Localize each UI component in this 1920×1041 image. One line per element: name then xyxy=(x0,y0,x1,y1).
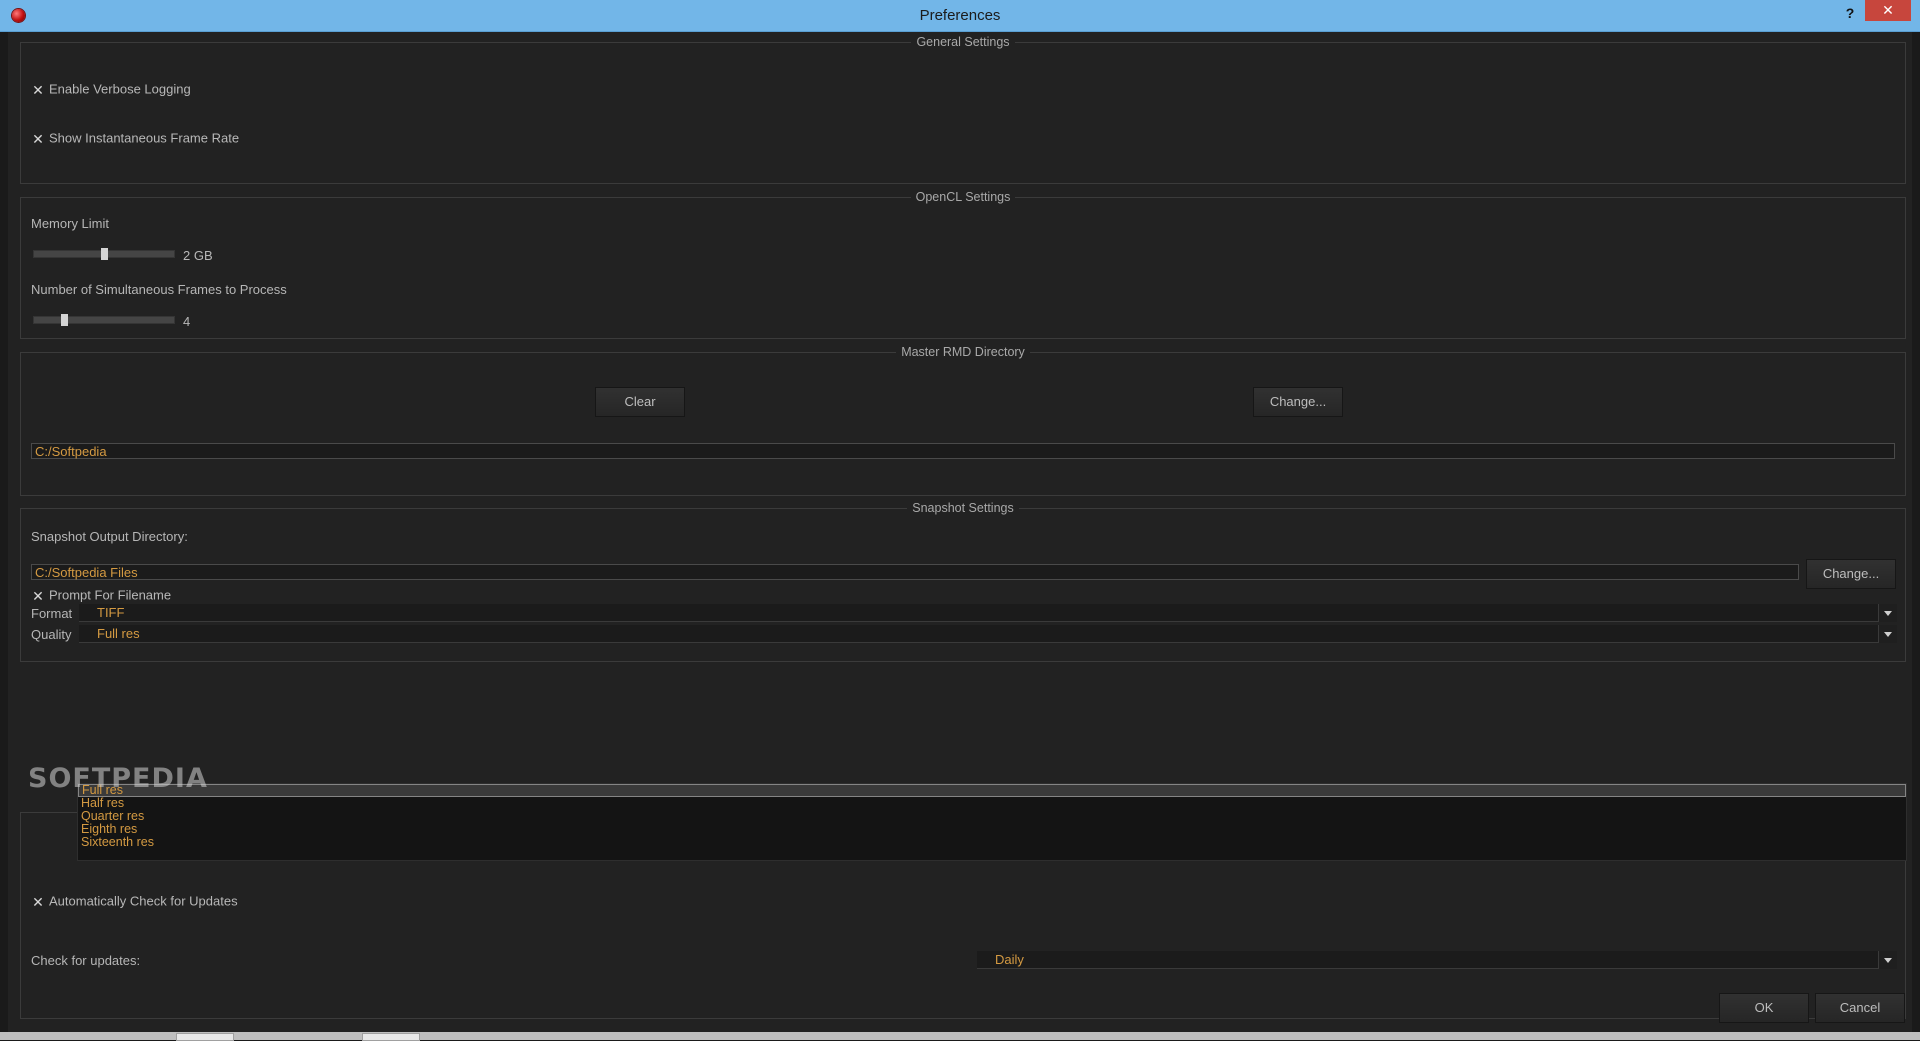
simultaneous-frames-value: 4 xyxy=(183,314,191,329)
check-icon: ✕ xyxy=(32,893,44,910)
rmd-path-field[interactable]: C:/Softpedia xyxy=(31,443,1895,459)
memory-limit-value: 2 GB xyxy=(183,248,213,263)
auto-check-updates-label: Automatically Check for Updates xyxy=(49,893,238,909)
snapshot-output-label: Snapshot Output Directory: xyxy=(31,529,188,544)
check-frequency-select[interactable]: Daily xyxy=(977,951,1897,969)
general-settings-title: General Settings xyxy=(911,35,1015,49)
snapshot-settings-group: Snapshot Settings Snapshot Output Direct… xyxy=(20,501,1906,662)
memory-limit-slider[interactable] xyxy=(33,248,175,260)
softpedia-watermark: SOFTPEDIA xyxy=(28,763,208,794)
general-settings-group: General Settings ✕ Enable Verbose Logging… xyxy=(20,35,1906,184)
format-select-value: TIFF xyxy=(97,605,125,620)
master-rmd-title: Master RMD Directory xyxy=(896,345,1030,359)
instant-frame-rate-label: Show Instantaneous Frame Rate xyxy=(49,130,240,146)
help-button[interactable]: ? xyxy=(1838,3,1862,23)
taskbar-strip xyxy=(0,1032,1920,1041)
master-rmd-group: Master RMD Directory Clear Change... C:/… xyxy=(20,345,1906,496)
cancel-button[interactable]: Cancel xyxy=(1815,993,1905,1023)
check-icon: ✕ xyxy=(32,81,44,98)
close-button[interactable]: ✕ xyxy=(1865,0,1911,21)
quality-option[interactable]: Half res xyxy=(78,797,1906,810)
quality-dropdown-list: Full res Half res Quarter res Eighth res Six… xyxy=(77,783,1907,861)
chevron-down-icon xyxy=(1878,951,1897,969)
format-select[interactable]: TIFF xyxy=(79,604,1897,622)
instant-frame-rate-checkbox[interactable]: ✕ Show Instantaneous Frame Rate xyxy=(31,130,239,146)
snapshot-change-button[interactable]: Change... xyxy=(1806,559,1896,589)
verbose-logging-label: Enable Verbose Logging xyxy=(49,81,191,97)
quality-option[interactable]: Eighth res xyxy=(78,823,1906,836)
check-frequency-label: Check for updates: xyxy=(31,953,141,968)
rmd-change-button[interactable]: Change... xyxy=(1253,387,1343,417)
window-titlebar: Preferences ? ✕ xyxy=(0,0,1920,32)
auto-check-updates-checkbox[interactable]: ✕ Automatically Check for Updates xyxy=(31,893,238,910)
simultaneous-frames-slider[interactable] xyxy=(33,314,175,326)
ok-button[interactable]: OK xyxy=(1719,993,1809,1023)
check-frequency-value: Daily xyxy=(995,952,1024,967)
check-icon: ✕ xyxy=(32,587,44,604)
format-label: Format xyxy=(31,606,73,621)
quality-label: Quality xyxy=(31,627,72,642)
simultaneous-frames-label: Number of Simultaneous Frames to Process xyxy=(31,282,287,297)
snapshot-path-field[interactable]: C:/Softpedia Files xyxy=(31,564,1799,580)
check-icon: ✕ xyxy=(32,130,44,147)
simultaneous-frames-slider-handle[interactable] xyxy=(61,314,68,326)
memory-limit-label: Memory Limit xyxy=(31,216,110,231)
preferences-panel: General Settings ✕ Enable Verbose Logging… xyxy=(8,32,1912,1032)
quality-option[interactable]: Quarter res xyxy=(78,810,1906,823)
quality-option[interactable]: Sixteenth res xyxy=(78,836,1906,849)
window-title: Preferences xyxy=(919,7,1001,24)
chevron-down-icon xyxy=(1878,604,1897,622)
quality-select[interactable]: Full res xyxy=(79,625,1897,643)
prompt-filename-label: Prompt For Filename xyxy=(49,587,172,603)
snapshot-settings-title: Snapshot Settings xyxy=(907,501,1019,515)
opencl-settings-title: OpenCL Settings xyxy=(910,190,1016,204)
chevron-down-icon xyxy=(1878,625,1897,643)
quality-select-value: Full res xyxy=(97,626,140,641)
rmd-clear-button[interactable]: Clear xyxy=(595,387,685,417)
memory-limit-slider-handle[interactable] xyxy=(101,248,108,260)
verbose-logging-checkbox[interactable]: ✕ Enable Verbose Logging xyxy=(31,81,191,97)
opencl-settings-group: OpenCL Settings Memory Limit 2 GB Number… xyxy=(20,190,1906,339)
quality-option[interactable]: Full res xyxy=(78,784,1906,797)
prompt-filename-checkbox[interactable]: ✕ Prompt For Filename xyxy=(31,587,171,603)
